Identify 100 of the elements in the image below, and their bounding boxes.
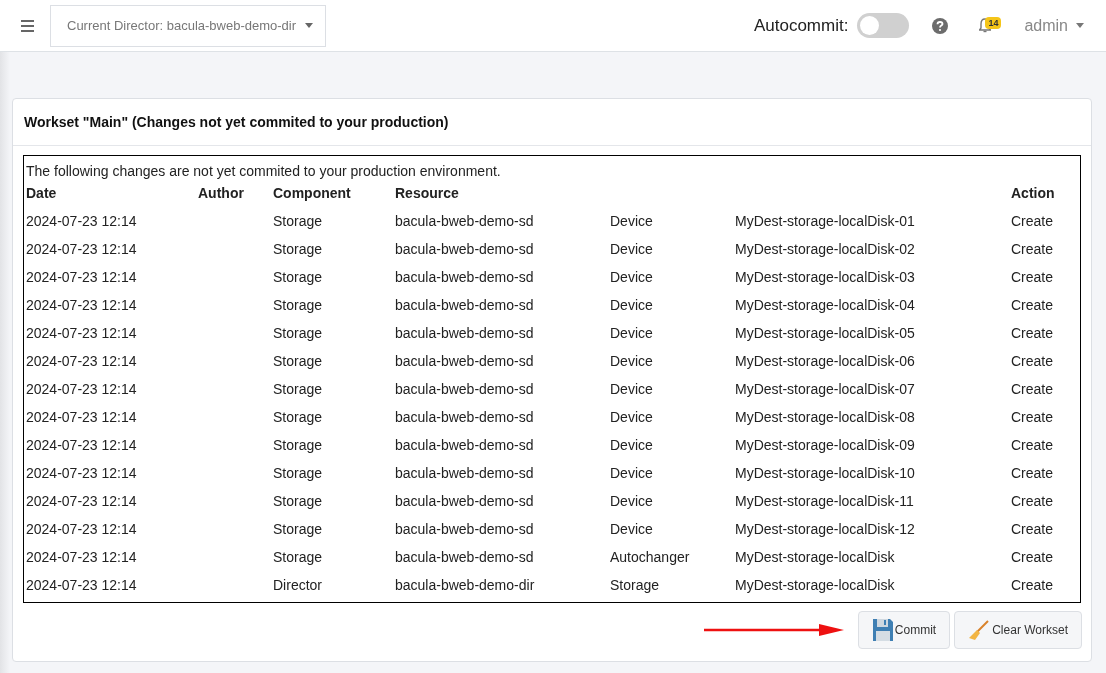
table-caption: The following changes are not yet commited to your production environment. xyxy=(25,162,502,179)
table-cell-text: 2024-07-23 12:14 xyxy=(25,379,138,399)
table-cell-text: Storage xyxy=(609,575,661,595)
table-cell-text: Create xyxy=(1010,211,1055,231)
table-cell-text: 2024-07-23 12:14 xyxy=(25,267,138,287)
table-cell-text: Autochanger xyxy=(609,547,691,567)
table-cell-text: Device xyxy=(609,211,654,231)
table-cell-text: Device xyxy=(609,491,654,511)
table-cell-text: Storage xyxy=(272,239,324,259)
table-cell-text: MyDest-storage-localDisk xyxy=(734,547,896,567)
table-cell-text: Device xyxy=(609,407,654,427)
table-cell-text: Create xyxy=(1010,379,1055,399)
table-cell-text: bacula-bweb-demo-sd xyxy=(394,547,535,567)
caret-icon xyxy=(305,23,314,28)
table-cell-text: Device xyxy=(609,239,654,259)
table-cell-text: Create xyxy=(1010,323,1055,343)
table-cell-text: MyDest-storage-localDisk-01 xyxy=(734,211,916,231)
table-cell-text: MyDest-storage-localDisk-10 xyxy=(734,463,916,483)
table-cell-text: 2024-07-23 12:14 xyxy=(25,211,138,231)
menu-icon[interactable] xyxy=(21,19,34,32)
table-cell-text: Storage xyxy=(272,211,324,231)
table-cell-text: Storage xyxy=(272,547,324,567)
table-cell-text: MyDest-storage-localDisk-12 xyxy=(734,519,916,539)
table-cell-text: 2024-07-23 12:14 xyxy=(25,239,138,259)
table-cell-text: MyDest-storage-localDisk-09 xyxy=(734,435,916,455)
table-cell-text: Storage xyxy=(272,435,324,455)
table-cell-text: 2024-07-23 12:14 xyxy=(25,351,138,371)
table-cell-text: 2024-07-23 12:14 xyxy=(25,323,138,343)
table-cell-text: bacula-bweb-demo-sd xyxy=(394,239,535,259)
table-cell-text: Storage xyxy=(272,463,324,483)
broom-icon xyxy=(968,619,991,641)
table-cell-text: Device xyxy=(609,463,654,483)
table-cell-text: MyDest-storage-localDisk-06 xyxy=(734,351,916,371)
table-cell-text: Storage xyxy=(272,323,324,343)
commit-button[interactable]: Commit xyxy=(857,611,951,649)
table-cell-text: bacula-bweb-demo-sd xyxy=(394,351,535,371)
table-cell-text: Storage xyxy=(272,379,324,399)
table-cell-text: MyDest-storage-localDisk-02 xyxy=(734,239,916,259)
column-header: Date xyxy=(25,183,58,203)
table-cell-text: bacula-bweb-demo-sd xyxy=(394,211,535,231)
table-cell-text: Device xyxy=(609,295,654,315)
table-cell-text: Device xyxy=(609,267,654,287)
table-cell-text: Device xyxy=(609,435,654,455)
column-header: Component xyxy=(272,183,352,203)
table-cell-text: bacula-bweb-demo-sd xyxy=(394,267,535,287)
table-cell-text: bacula-bweb-demo-sd xyxy=(394,407,535,427)
table-cell-text: MyDest-storage-localDisk-08 xyxy=(734,407,916,427)
table-cell-text: Storage xyxy=(272,491,324,511)
table-cell-text: bacula-bweb-demo-sd xyxy=(394,379,535,399)
table-cell-text: Storage xyxy=(272,407,324,427)
table-cell-text: 2024-07-23 12:14 xyxy=(25,407,138,427)
table-cell-text: 2024-07-23 12:14 xyxy=(25,547,138,567)
table-cell-text: bacula-bweb-demo-sd xyxy=(394,435,535,455)
notification-count: 14 xyxy=(985,16,1002,29)
table-cell-text: 2024-07-23 12:14 xyxy=(25,519,138,539)
table-cell-text: Device xyxy=(609,519,654,539)
table-cell-text: bacula-bweb-demo-sd xyxy=(394,295,535,315)
table-cell-text: 2024-07-23 12:14 xyxy=(25,575,138,595)
user-menu[interactable]: admin xyxy=(1024,13,1084,38)
table-cell-text: 2024-07-23 12:14 xyxy=(25,295,138,315)
table-cell-text: Storage xyxy=(272,351,324,371)
table-cell-text: Create xyxy=(1010,351,1055,371)
column-header: Action xyxy=(1010,183,1056,203)
caret-icon xyxy=(1076,23,1084,28)
autocommit-toggle[interactable] xyxy=(857,13,910,38)
table-cell-text: Director xyxy=(272,575,323,595)
table-cell-text: MyDest-storage-localDisk-11 xyxy=(734,491,915,511)
table-cell-text: Create xyxy=(1010,435,1055,455)
table-cell-text: Create xyxy=(1010,519,1055,539)
table-cell-text: Create xyxy=(1010,547,1055,567)
card-title: Workset "Main" (Changes not yet commited to your production) xyxy=(24,112,449,132)
notifications-button[interactable]: 14 xyxy=(979,15,1007,36)
table-cell-text: Create xyxy=(1010,407,1055,427)
table-cell-text: Storage xyxy=(272,267,324,287)
table-cell-text: Create xyxy=(1010,491,1055,511)
table-cell-text: Device xyxy=(609,351,654,371)
table-cell-text: Storage xyxy=(272,295,324,315)
director-dropdown[interactable]: Current Director: bacula-bweb-demo-dir xyxy=(50,4,326,47)
table-cell-text: bacula-bweb-demo-dir xyxy=(394,575,536,595)
table-cell-text: Create xyxy=(1010,463,1055,483)
table-cell-text: MyDest-storage-localDisk-04 xyxy=(734,295,916,315)
table-cell-text: bacula-bweb-demo-sd xyxy=(394,323,535,343)
column-header: Resource xyxy=(394,183,460,203)
table-cell-text: Create xyxy=(1010,239,1055,259)
table-cell-text: 2024-07-23 12:14 xyxy=(25,463,138,483)
clear-workset-button[interactable]: Clear Workset xyxy=(954,611,1082,649)
table-cell-text: bacula-bweb-demo-sd xyxy=(394,463,535,483)
table-cell-text: 2024-07-23 12:14 xyxy=(25,491,138,511)
table-cell-text: Device xyxy=(609,323,654,343)
table-cell-text: Device xyxy=(609,379,654,399)
autocommit-label: Autocommit: xyxy=(753,14,849,37)
table-cell-text: MyDest-storage-localDisk xyxy=(734,575,896,595)
column-header: Author xyxy=(197,183,245,203)
table-cell-text: MyDest-storage-localDisk-03 xyxy=(734,267,916,287)
table-cell-text: MyDest-storage-localDisk-05 xyxy=(734,323,916,343)
table-cell-text: Create xyxy=(1010,575,1055,595)
help-icon[interactable] xyxy=(932,17,949,34)
table-cell-text: 2024-07-23 12:14 xyxy=(25,435,138,455)
table-cell-text: Create xyxy=(1010,267,1055,287)
table-cell-text: MyDest-storage-localDisk-07 xyxy=(734,379,916,399)
